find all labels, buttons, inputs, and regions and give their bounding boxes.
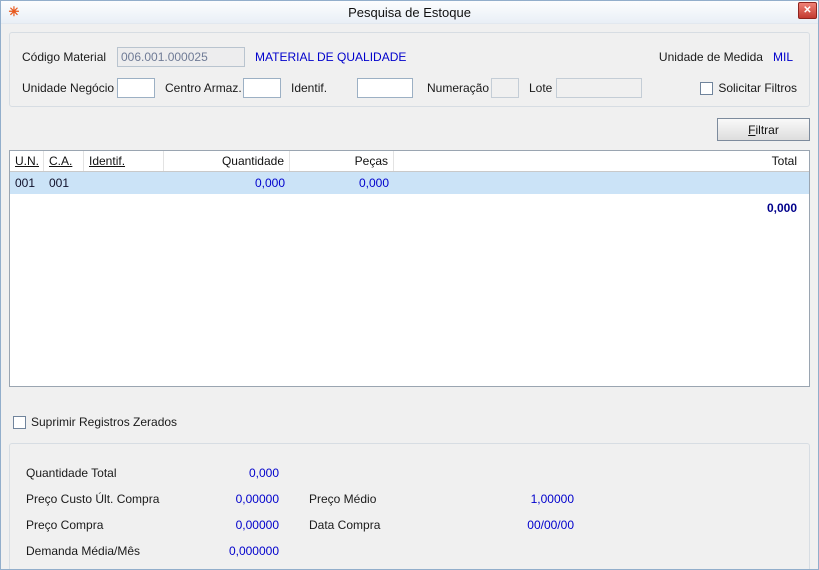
numeracao-field (491, 78, 519, 98)
centro-armaz-label: Centro Armaz. (165, 81, 242, 95)
identif-field[interactable] (357, 78, 413, 98)
lote-field (556, 78, 642, 98)
pesquisa-de-estoque-dialog: ✳ Pesquisa de Estoque ✕ Código Material … (0, 0, 819, 570)
column-header-total: Total (771, 154, 797, 168)
demanda-media-mes-label: Demanda Média/Mês (26, 544, 141, 558)
cell-total (394, 172, 809, 194)
dialog-body: Código Material MATERIAL DE QUALIDADE Un… (1, 24, 818, 569)
cell-pecas: 0,000 (358, 176, 389, 190)
filters-group: Código Material MATERIAL DE QUALIDADE Un… (9, 32, 810, 107)
preco-compra-value: 0,00000 (235, 518, 279, 532)
options-row: Suprimir Registros Zerados (13, 414, 810, 430)
cell-ca: 001 (49, 176, 70, 190)
unidade-negocio-label: Unidade Negócio (22, 81, 115, 95)
results-table: U.N. C.A. Identif. Quantidade Peças Tota… (9, 150, 810, 387)
codigo-material-label: Código Material (22, 50, 107, 64)
quantidade-total-label: Quantidade Total (26, 466, 117, 480)
codigo-material-field (117, 47, 245, 67)
column-header-quantidade: Quantidade (164, 151, 290, 171)
material-description: MATERIAL DE QUALIDADE (255, 50, 407, 64)
cell-un: 001 (15, 176, 36, 190)
identif-label: Identif. (291, 81, 328, 95)
column-header-identif[interactable]: Identif. (84, 151, 164, 171)
app-icon: ✳ (8, 4, 20, 19)
data-compra-value: 00/00/00 (527, 518, 574, 532)
title-bar: ✳ Pesquisa de Estoque ✕ (1, 1, 818, 24)
cell-identif (84, 172, 164, 194)
lote-label: Lote (529, 81, 553, 95)
cell-quantidade: 0,000 (254, 176, 285, 190)
filtrar-button[interactable]: Filtrar (717, 118, 810, 141)
grand-total-value: 0,000 (766, 201, 797, 215)
table-row[interactable]: 001 001 0,000 0,000 (10, 172, 809, 194)
preco-compra-label: Preço Compra (26, 518, 104, 532)
preco-custo-ult-compra-label: Preço Custo Últ. Compra (26, 492, 160, 506)
numeracao-label: Numeração (427, 81, 490, 95)
unidade-negocio-field[interactable] (117, 78, 155, 98)
data-compra-label: Data Compra (309, 518, 381, 532)
column-header-ca[interactable]: C.A. (44, 151, 84, 171)
demanda-media-mes-value: 0,000000 (228, 544, 279, 558)
solicitar-filtros-label: Solicitar Filtros (718, 81, 797, 95)
centro-armaz-field[interactable] (243, 78, 281, 98)
column-header-pecas: Peças (290, 151, 394, 171)
table-header-row: U.N. C.A. Identif. Quantidade Peças Tota… (10, 151, 809, 172)
close-button[interactable]: ✕ (798, 2, 817, 19)
preco-medio-label: Preço Médio (309, 492, 377, 506)
suprimir-registros-checkbox[interactable] (13, 415, 26, 429)
window-title: Pesquisa de Estoque (348, 4, 471, 20)
preco-medio-value: 1,00000 (530, 492, 574, 506)
quantidade-total-value: 0,000 (248, 466, 279, 480)
unidade-medida-value: MIL (772, 50, 793, 64)
column-header-un[interactable]: U.N. (10, 151, 44, 171)
preco-custo-ult-compra-value: 0,00000 (235, 492, 279, 506)
summary-group: Quantidade Total 0,000 Preço Custo Últ. … (9, 443, 810, 569)
solicitar-filtros-checkbox[interactable] (700, 81, 714, 95)
suprimir-registros-label: Suprimir Registros Zerados (31, 415, 178, 429)
unidade-medida-label: Unidade de Medida (658, 50, 763, 64)
